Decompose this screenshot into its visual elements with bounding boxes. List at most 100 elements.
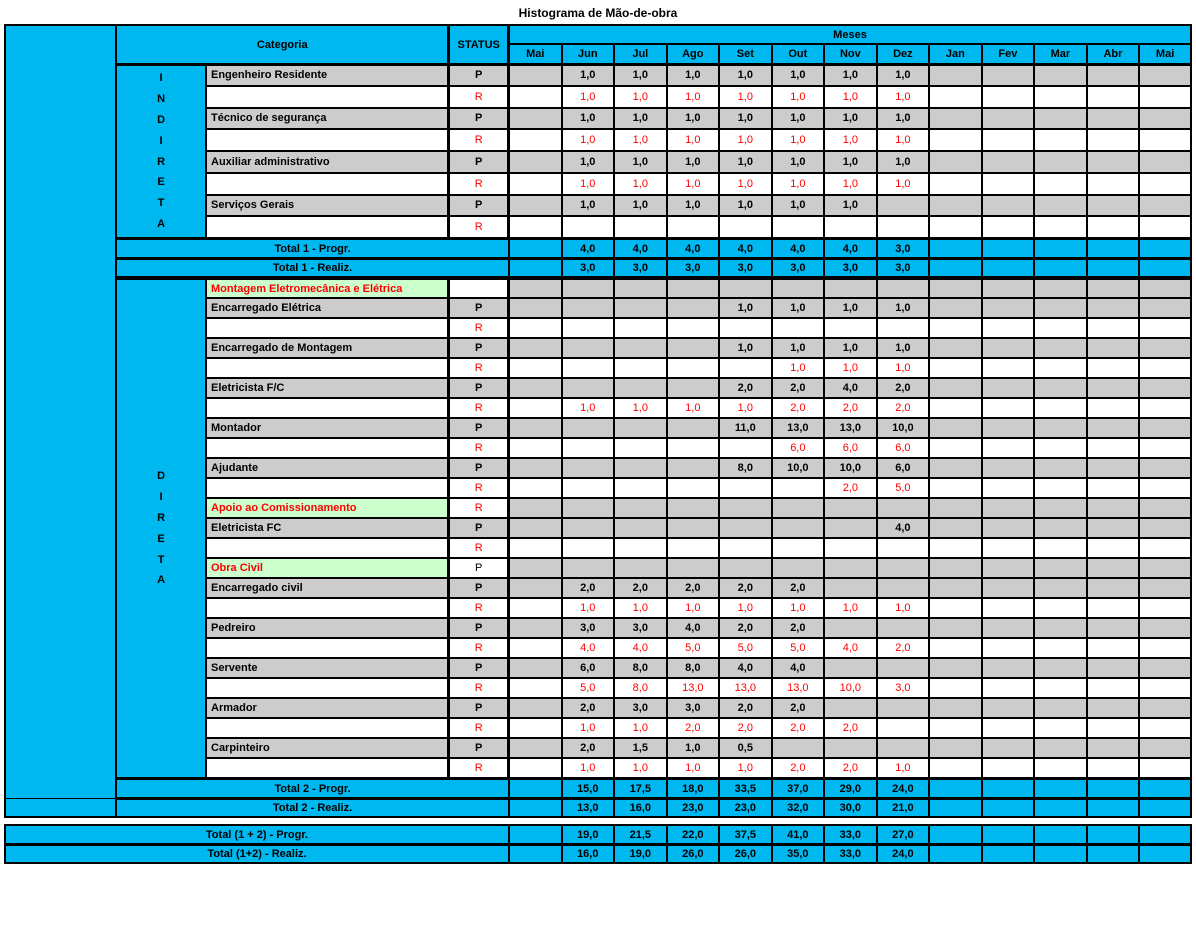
cell: 3,0 xyxy=(562,618,615,638)
category-name: Armador xyxy=(206,698,448,718)
cell xyxy=(562,458,615,478)
cell: 1,0 xyxy=(824,86,877,108)
cell: 1,0 xyxy=(877,338,930,358)
cell xyxy=(824,558,877,578)
cell xyxy=(929,398,982,418)
cell xyxy=(1034,718,1087,738)
cell xyxy=(929,798,982,818)
cell: 37,0 xyxy=(772,778,825,798)
cell xyxy=(1034,678,1087,698)
cell xyxy=(614,338,667,358)
cell xyxy=(772,278,825,298)
header-categoria: Categoria xyxy=(115,24,448,64)
cell xyxy=(877,538,930,558)
cell: 1,0 xyxy=(667,86,720,108)
month-header: Jul xyxy=(614,44,667,64)
cell: 1,0 xyxy=(719,129,772,151)
cell xyxy=(772,478,825,498)
cell: 3,0 xyxy=(667,258,720,278)
status-p: P xyxy=(448,658,509,678)
month-header: Jun xyxy=(562,44,615,64)
cell xyxy=(1087,86,1140,108)
cell xyxy=(1034,738,1087,758)
cell xyxy=(1034,498,1087,518)
cell: 2,0 xyxy=(824,718,877,738)
status-r: R xyxy=(448,86,509,108)
cell xyxy=(1087,238,1140,258)
header-meses: Meses xyxy=(509,24,1192,44)
cell: 1,0 xyxy=(877,129,930,151)
cell xyxy=(1139,108,1192,130)
cell xyxy=(1139,598,1192,618)
cell xyxy=(719,278,772,298)
cell xyxy=(614,478,667,498)
cell xyxy=(1034,258,1087,278)
cell xyxy=(982,598,1035,618)
cell: 10,0 xyxy=(772,458,825,478)
cell: 2,0 xyxy=(719,698,772,718)
cell xyxy=(1139,798,1192,818)
cell xyxy=(614,378,667,398)
cell xyxy=(1139,86,1192,108)
category-name: Serviços Gerais xyxy=(206,195,448,217)
cell: 19,0 xyxy=(614,844,667,864)
cell xyxy=(509,738,562,758)
status-p: P xyxy=(448,698,509,718)
category-name xyxy=(206,318,448,338)
cell: 4,0 xyxy=(824,238,877,258)
status-r: R xyxy=(448,398,509,418)
month-header: Mar xyxy=(1034,44,1087,64)
cell xyxy=(562,298,615,318)
cell xyxy=(1034,558,1087,578)
cell xyxy=(877,195,930,217)
cell xyxy=(667,538,720,558)
cell xyxy=(824,318,877,338)
cell: 6,0 xyxy=(772,438,825,458)
cell: 1,0 xyxy=(824,358,877,378)
cell xyxy=(1087,824,1140,844)
cell xyxy=(824,216,877,238)
cell: 2,0 xyxy=(877,378,930,398)
cell xyxy=(1139,338,1192,358)
cell xyxy=(929,238,982,258)
cell: 2,0 xyxy=(562,698,615,718)
cell xyxy=(929,538,982,558)
cell: 2,0 xyxy=(877,398,930,418)
cell: 1,0 xyxy=(772,173,825,195)
cell xyxy=(562,318,615,338)
cell xyxy=(509,638,562,658)
cell xyxy=(1139,778,1192,798)
cell: 1,0 xyxy=(824,598,877,618)
cell xyxy=(982,108,1035,130)
cell xyxy=(1087,658,1140,678)
cell xyxy=(929,338,982,358)
cell: 1,0 xyxy=(772,129,825,151)
cell: 3,0 xyxy=(614,698,667,718)
cell: 2,0 xyxy=(772,378,825,398)
cell xyxy=(877,698,930,718)
cell xyxy=(1087,195,1140,217)
cell xyxy=(509,618,562,638)
cell: 4,0 xyxy=(614,638,667,658)
cell: 2,0 xyxy=(824,398,877,418)
cell: 27,0 xyxy=(877,824,930,844)
cell xyxy=(877,498,930,518)
cell xyxy=(509,658,562,678)
cell xyxy=(982,216,1035,238)
cell xyxy=(982,618,1035,638)
cell: 1,0 xyxy=(562,129,615,151)
cell: 4,0 xyxy=(719,238,772,258)
cell: 5,0 xyxy=(562,678,615,698)
cell xyxy=(982,778,1035,798)
cell xyxy=(1139,358,1192,378)
cell xyxy=(719,478,772,498)
cell xyxy=(1087,478,1140,498)
cell xyxy=(719,318,772,338)
cell xyxy=(929,738,982,758)
cell xyxy=(1087,258,1140,278)
cell: 13,0 xyxy=(824,418,877,438)
cell: 1,0 xyxy=(667,129,720,151)
cell xyxy=(982,458,1035,478)
cell xyxy=(667,358,720,378)
cell xyxy=(929,378,982,398)
